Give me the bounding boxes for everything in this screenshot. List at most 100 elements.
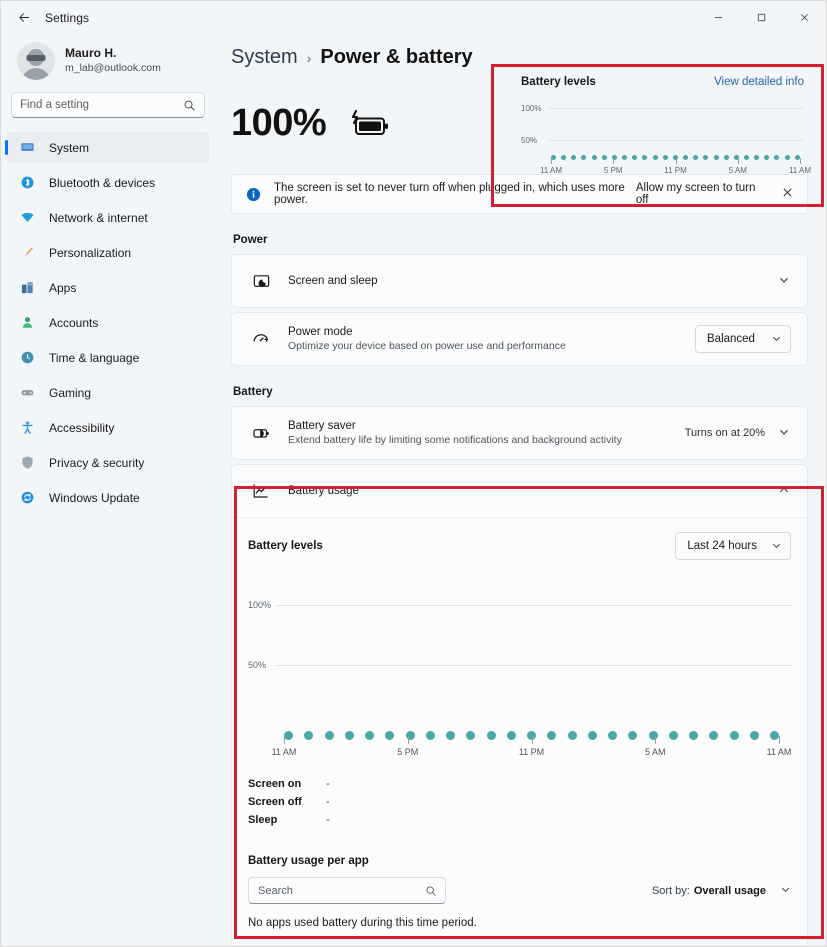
row-battery-saver[interactable]: Battery saver Extend battery life by lim… xyxy=(232,407,807,459)
back-button[interactable] xyxy=(9,5,39,31)
big-gridline xyxy=(276,604,791,606)
screen-sleep-icon xyxy=(248,272,274,291)
battery-usage-card: Battery usage Battery levels Last 24 hou… xyxy=(231,464,808,946)
row-power-mode: Power mode Optimize your device based on… xyxy=(232,313,807,365)
info-icon xyxy=(246,187,262,202)
chevron-down-icon[interactable] xyxy=(777,426,791,441)
breadcrumb-root[interactable]: System xyxy=(231,46,298,69)
bluetooth-icon xyxy=(17,174,37,192)
gamepad-icon xyxy=(17,384,37,402)
battery-charging-icon xyxy=(344,108,390,138)
content-area: System › Power & battery 100% Battery le… xyxy=(215,34,826,946)
account-block[interactable]: Mauro H. m_lab@outlook.com xyxy=(7,34,209,90)
sort-by-value: Overall usage xyxy=(693,884,766,897)
chart-point xyxy=(632,155,638,160)
row-subtitle: Extend battery life by limiting some not… xyxy=(288,434,622,446)
screen-and-sleep-card: Screen and sleep xyxy=(231,254,808,308)
battery-saver-icon xyxy=(248,423,274,443)
sidebar-nav: System Bluetooth & devices Network & inter… xyxy=(5,130,209,517)
chevron-down-icon xyxy=(771,540,782,553)
mini-gridline xyxy=(549,140,804,141)
sidebar-item-accounts[interactable]: Accounts xyxy=(7,307,209,338)
maximize-button[interactable] xyxy=(740,1,783,34)
row-battery-usage[interactable]: Battery usage xyxy=(232,465,807,517)
battery-section-title: Battery xyxy=(233,386,273,398)
legend-label: Sleep xyxy=(248,814,278,826)
battery-percent: 100% xyxy=(231,101,327,144)
title-bar: Settings xyxy=(1,1,826,34)
battery-usage-per-app: Battery usage per app Search Sort by: Ov… xyxy=(248,855,791,929)
sidebar-item-system[interactable]: System xyxy=(5,132,209,163)
big-gridline xyxy=(276,664,791,666)
sidebar-item-label: System xyxy=(49,140,90,155)
sidebar-item-label: Privacy & security xyxy=(49,455,145,470)
sidebar-item-label: Time & language xyxy=(49,350,140,365)
row-screen-and-sleep[interactable]: Screen and sleep xyxy=(232,255,807,307)
sidebar-item-apps[interactable]: Apps xyxy=(7,272,209,303)
mini-card-title: Battery levels xyxy=(521,76,596,88)
sidebar-item-network-internet[interactable]: Network & internet xyxy=(7,202,209,233)
per-app-search-input[interactable] xyxy=(249,884,425,897)
avatar xyxy=(17,42,55,80)
chart-point xyxy=(601,155,607,160)
mini-x-tick xyxy=(737,158,739,164)
battery-saver-card: Battery saver Extend battery life by lim… xyxy=(231,406,808,460)
sidebar-search xyxy=(7,90,209,130)
sidebar-item-gaming[interactable]: Gaming xyxy=(7,377,209,408)
window-controls xyxy=(697,1,826,34)
chart-point xyxy=(344,731,354,740)
legend-row: Screen on - xyxy=(248,775,791,793)
power-mode-value: Balanced xyxy=(707,333,755,345)
chart-point xyxy=(591,155,597,160)
sidebar-item-time-language[interactable]: Time & language xyxy=(7,342,209,373)
battery-levels-mini-card: Battery levels View detailed info 100% 5… xyxy=(505,62,820,197)
sidebar-item-label: Accessibility xyxy=(49,420,115,435)
sidebar-item-windows-update[interactable]: Windows Update xyxy=(7,482,209,513)
breadcrumb-separator: › xyxy=(306,50,312,66)
per-app-title: Battery usage per app xyxy=(248,855,369,867)
mini-x-label: 11 AM xyxy=(788,166,812,175)
chart-point xyxy=(571,155,577,160)
chart-point xyxy=(729,731,739,740)
sidebar-item-label: Network & internet xyxy=(49,210,148,225)
maximize-icon xyxy=(757,13,766,22)
sidebar-item-privacy-security[interactable]: Privacy & security xyxy=(7,447,209,478)
chart-point xyxy=(770,731,779,740)
big-x-label: 5 PM xyxy=(397,747,419,757)
account-email: m_lab@outlook.com xyxy=(65,62,161,75)
sidebar-item-label: Bluetooth & devices xyxy=(49,175,156,190)
chevron-up-icon[interactable] xyxy=(777,484,791,499)
sidebar-item-accessibility[interactable]: Accessibility xyxy=(7,412,209,443)
account-name: Mauro H. xyxy=(65,46,117,61)
clock-icon xyxy=(17,349,37,367)
chart-point xyxy=(642,155,648,160)
chart-point xyxy=(749,731,759,740)
search-input[interactable] xyxy=(12,99,183,111)
close-button[interactable] xyxy=(783,1,826,34)
mini-x-label: 11 PM xyxy=(664,166,687,175)
time-range-dropdown[interactable]: Last 24 hours xyxy=(675,532,791,560)
big-x-tick xyxy=(779,736,780,744)
row-title: Battery usage xyxy=(288,485,359,497)
power-mode-dropdown[interactable]: Balanced xyxy=(695,325,791,353)
chevron-down-icon[interactable] xyxy=(777,274,791,289)
sidebar-item-bluetooth-devices[interactable]: Bluetooth & devices xyxy=(7,167,209,198)
chart-point xyxy=(764,155,770,160)
power-gauge-icon xyxy=(248,329,274,349)
apps-grid-icon xyxy=(17,279,37,297)
chart-point xyxy=(486,731,496,740)
monitor-icon xyxy=(17,139,37,157)
sort-by-control[interactable]: Sort by: Overall usage xyxy=(652,884,791,897)
chart-point xyxy=(324,731,334,740)
chart-point xyxy=(683,155,689,160)
chart-point xyxy=(466,731,476,740)
sidebar-item-label: Personalization xyxy=(49,245,132,260)
line-chart-icon xyxy=(248,481,274,501)
update-refresh-icon xyxy=(17,489,37,507)
no-apps-message: No apps used battery during this time pe… xyxy=(248,917,477,929)
chart-point xyxy=(703,155,709,160)
view-detailed-info-link[interactable]: View detailed info xyxy=(714,76,804,88)
mini-x-label: 11 AM xyxy=(539,166,563,175)
sidebar-item-personalization[interactable]: Personalization xyxy=(7,237,209,268)
minimize-button[interactable] xyxy=(697,1,740,34)
